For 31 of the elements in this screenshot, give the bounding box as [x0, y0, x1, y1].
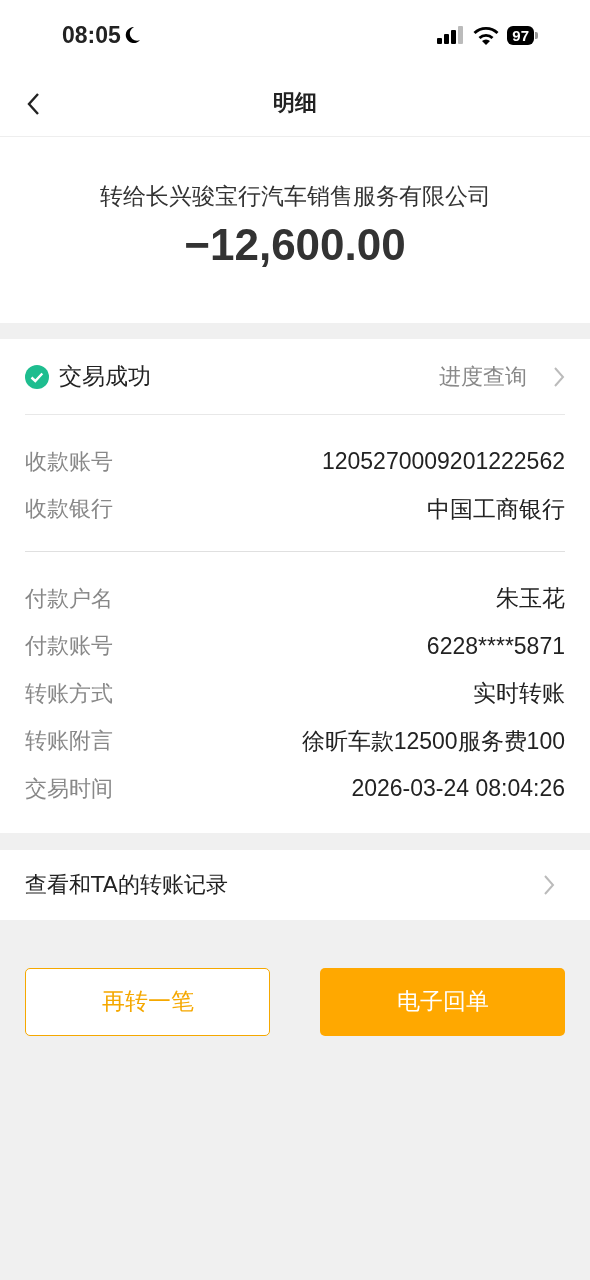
field-label: 付款账号	[25, 632, 113, 661]
field-value: 实时转账	[473, 679, 565, 709]
field-label: 转账附言	[25, 727, 113, 756]
field-label: 付款户名	[25, 584, 113, 613]
amount-text: −12,600.00	[184, 220, 406, 270]
field-value: 1205270009201222562	[321, 448, 565, 476]
field-value: 6228****5871	[426, 632, 565, 660]
success-check-icon	[25, 364, 49, 389]
field-value: 中国工商银行	[427, 494, 565, 524]
field-label: 收款银行	[25, 495, 113, 524]
chevron-icon[interactable]	[553, 365, 565, 388]
field-value: 2026-03-24 08:04:26	[351, 775, 565, 803]
field-label: 交易时间	[25, 774, 113, 803]
wifi-icon	[473, 25, 500, 45]
signal-icon	[437, 26, 466, 44]
field-label: 转账方式	[25, 679, 113, 708]
field-value: 徐昕车款12500服务费100	[301, 726, 565, 756]
back-icon[interactable]	[26, 92, 40, 116]
record-link-text: 查看和TA的转账记录	[25, 870, 228, 899]
payee-text: 转给长兴骏宝行汽车销售服务有限公司	[99, 182, 491, 211]
status-time: 08:05	[62, 21, 121, 49]
status-text: 交易成功	[59, 362, 152, 391]
field-label: 收款账号	[25, 447, 113, 476]
page-title: 明细	[273, 89, 317, 117]
progress-link[interactable]: 进度查询	[439, 361, 527, 392]
moon-icon	[124, 26, 141, 44]
transfer-again-button[interactable]: 再转一笔	[25, 967, 270, 1036]
field-value: 朱玉花	[496, 584, 565, 614]
chevron-icon[interactable]	[543, 873, 555, 896]
record-link-row[interactable]: 查看和TA的转账记录	[0, 849, 590, 920]
receipt-button[interactable]: 电子回单	[320, 967, 565, 1036]
